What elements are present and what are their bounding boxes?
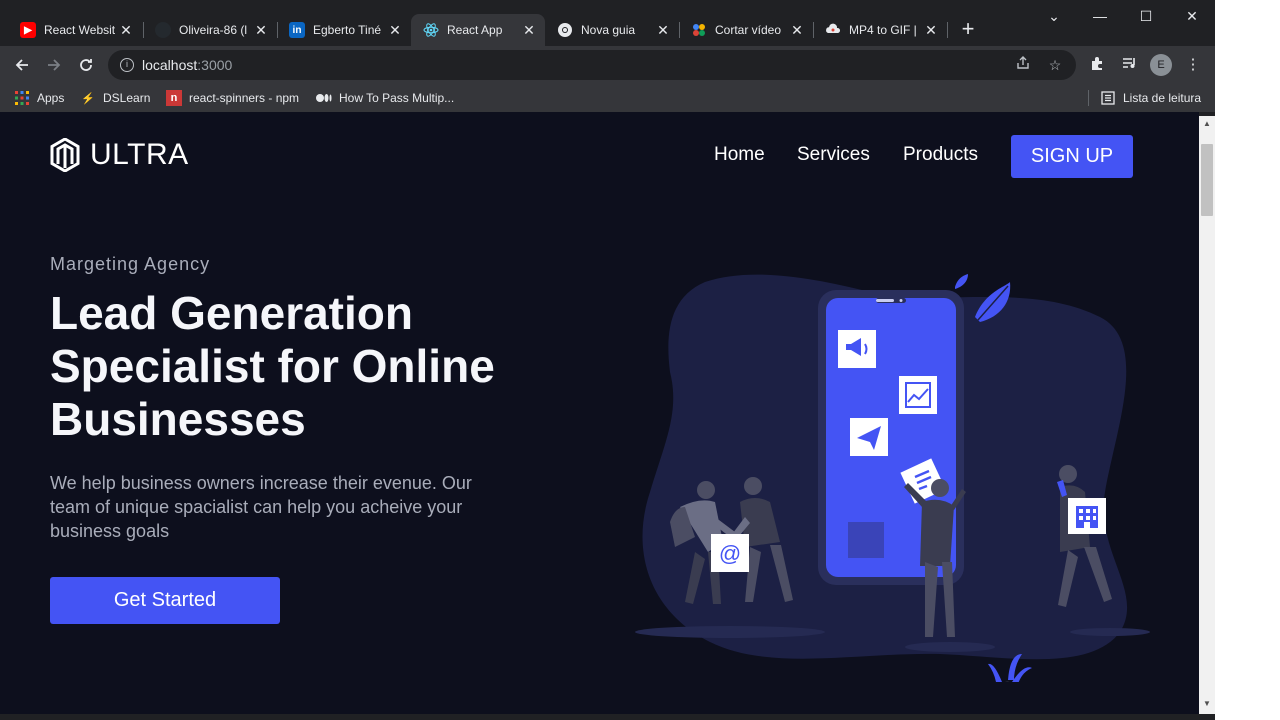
sign-up-button[interactable]: SIGN UP <box>1011 135 1133 178</box>
tab-strip: ▶ React Websit ✕ Oliveira-86 (l ✕ in Egb… <box>0 0 1215 46</box>
tab-react-website[interactable]: ▶ React Websit ✕ <box>8 14 142 46</box>
bookmark-label: DSLearn <box>103 91 151 105</box>
youtube-icon: ▶ <box>20 22 36 38</box>
ground-shadow <box>905 642 995 652</box>
close-window-button[interactable]: ✕ <box>1169 4 1215 28</box>
chart-icon <box>899 376 937 414</box>
lightning-icon: ⚡ <box>81 92 95 105</box>
tab-label: MP4 to GIF | <box>849 23 917 37</box>
star-icon[interactable]: ☆ <box>1046 56 1064 74</box>
nav-home[interactable]: Home <box>714 144 765 166</box>
logo-mark-icon <box>50 138 80 172</box>
page-viewport: ULTRA Home Services Products SIGN UP Mar… <box>0 112 1199 714</box>
profile-avatar[interactable]: E <box>1150 54 1172 76</box>
github-icon <box>155 22 171 38</box>
hero-headline: Lead Generation Specialist for Online Bu… <box>50 287 495 445</box>
tab-label: Egberto Tiné <box>313 23 382 37</box>
phone-tile <box>848 522 884 558</box>
close-icon[interactable]: ✕ <box>923 22 939 39</box>
forward-arrow-icon <box>48 59 61 71</box>
scroll-down-arrow-icon[interactable]: ▼ <box>1203 700 1211 708</box>
address-bar[interactable]: i localhost:3000 ☆ <box>108 50 1076 80</box>
address-host: localhost <box>142 57 198 73</box>
bookmark-how-to-pass[interactable]: How To Pass Multip... <box>316 89 454 107</box>
email-symbol: @ <box>719 541 741 566</box>
hero-subtext: We help business owners increase their e… <box>50 473 472 541</box>
tab-react-app[interactable]: React App ✕ <box>411 14 545 46</box>
reading-list-icon <box>1100 90 1116 106</box>
reload-icon <box>80 59 92 71</box>
nav-products[interactable]: Products <box>903 144 978 166</box>
scroll-up-arrow-icon[interactable]: ▲ <box>1203 120 1211 128</box>
leaf-icon <box>955 274 968 289</box>
hero-eyebrow: Margeting Agency <box>50 254 211 274</box>
close-icon[interactable]: ✕ <box>521 22 537 39</box>
page-scrollbar[interactable]: ▲ ▼ <box>1199 116 1215 714</box>
bookmark-react-spinners[interactable]: n react-spinners - npm <box>166 89 299 107</box>
close-icon[interactable]: ✕ <box>789 22 805 39</box>
send-icon <box>850 418 888 456</box>
close-icon[interactable]: ✕ <box>655 22 671 39</box>
share-icon[interactable] <box>1014 56 1032 74</box>
browser-window: ▶ React Websit ✕ Oliveira-86 (l ✕ in Egb… <box>0 0 1215 720</box>
linkedin-icon: in <box>289 22 305 38</box>
bookmark-label: How To Pass Multip... <box>339 91 455 105</box>
brand-name: ULTRA <box>90 138 189 171</box>
reading-list-label: Lista de leitura <box>1123 91 1202 105</box>
tab-mp4-to-gif[interactable]: MP4 to GIF | ✕ <box>813 14 947 46</box>
tab-label: Oliveira-86 (l <box>179 23 248 37</box>
minimize-button[interactable]: — <box>1077 4 1123 28</box>
bookmarks-bar: Apps ⚡ DSLearn n react-spinners - npm Ho… <box>0 84 1215 112</box>
tab-search-button[interactable]: ⌄ <box>1031 4 1077 28</box>
scrollbar-thumb[interactable] <box>1201 144 1213 216</box>
tab-label: React App <box>447 23 503 37</box>
back-arrow-icon <box>15 59 28 71</box>
tab-github[interactable]: Oliveira-86 (l ✕ <box>143 14 277 46</box>
close-icon[interactable]: ✕ <box>387 22 403 39</box>
new-tab-button[interactable]: + <box>956 18 980 42</box>
hero-illustration: @ <box>635 274 1150 682</box>
npm-icon: n <box>166 90 182 106</box>
address-port: :3000 <box>197 57 233 73</box>
tab-label: React Websit <box>44 23 116 37</box>
ground-shadow <box>1070 628 1150 636</box>
medium-icon <box>316 90 332 106</box>
nav-services[interactable]: Services <box>797 144 870 166</box>
maximize-button[interactable]: ☐ <box>1123 4 1169 28</box>
megaphone-icon <box>838 330 876 368</box>
extensions-icon[interactable] <box>1087 55 1107 75</box>
apps-grid-icon <box>14 90 30 106</box>
close-icon[interactable]: ✕ <box>118 22 134 39</box>
tab-label: Cortar vídeo <box>715 23 782 37</box>
toolbar: i localhost:3000 ☆ E ⋮ <box>0 46 1215 84</box>
ground-shadow <box>635 626 825 638</box>
tab-nova-guia[interactable]: Nova guia ✕ <box>545 14 679 46</box>
back-button[interactable] <box>11 54 33 76</box>
bookmark-label: react-spinners - npm <box>189 91 300 105</box>
reading-list[interactable]: Lista de leitura <box>1100 89 1201 107</box>
bookmark-apps[interactable]: Apps <box>14 89 64 107</box>
site-logo[interactable]: ULTRA <box>50 138 189 172</box>
chrome-icon <box>557 22 573 38</box>
building-card-icon <box>1068 498 1106 534</box>
react-icon <box>423 22 439 38</box>
info-icon[interactable]: i <box>120 58 134 72</box>
get-started-button[interactable]: Get Started <box>50 577 280 624</box>
menu-icon[interactable]: ⋮ <box>1183 55 1203 75</box>
media-control-icon[interactable] <box>1119 55 1139 75</box>
forward-button[interactable] <box>43 54 65 76</box>
cortar-icon <box>691 22 707 38</box>
reload-button[interactable] <box>75 54 97 76</box>
tab-cortar-video[interactable]: Cortar vídeo ✕ <box>679 14 813 46</box>
tab-label: Nova guia <box>581 23 636 37</box>
tab-linkedin[interactable]: in Egberto Tiné ✕ <box>277 14 411 46</box>
bookmark-dslearn[interactable]: ⚡ DSLearn <box>80 89 150 107</box>
cloud-icon <box>825 22 841 38</box>
bookmark-label: Apps <box>37 91 65 105</box>
close-icon[interactable]: ✕ <box>253 22 269 39</box>
